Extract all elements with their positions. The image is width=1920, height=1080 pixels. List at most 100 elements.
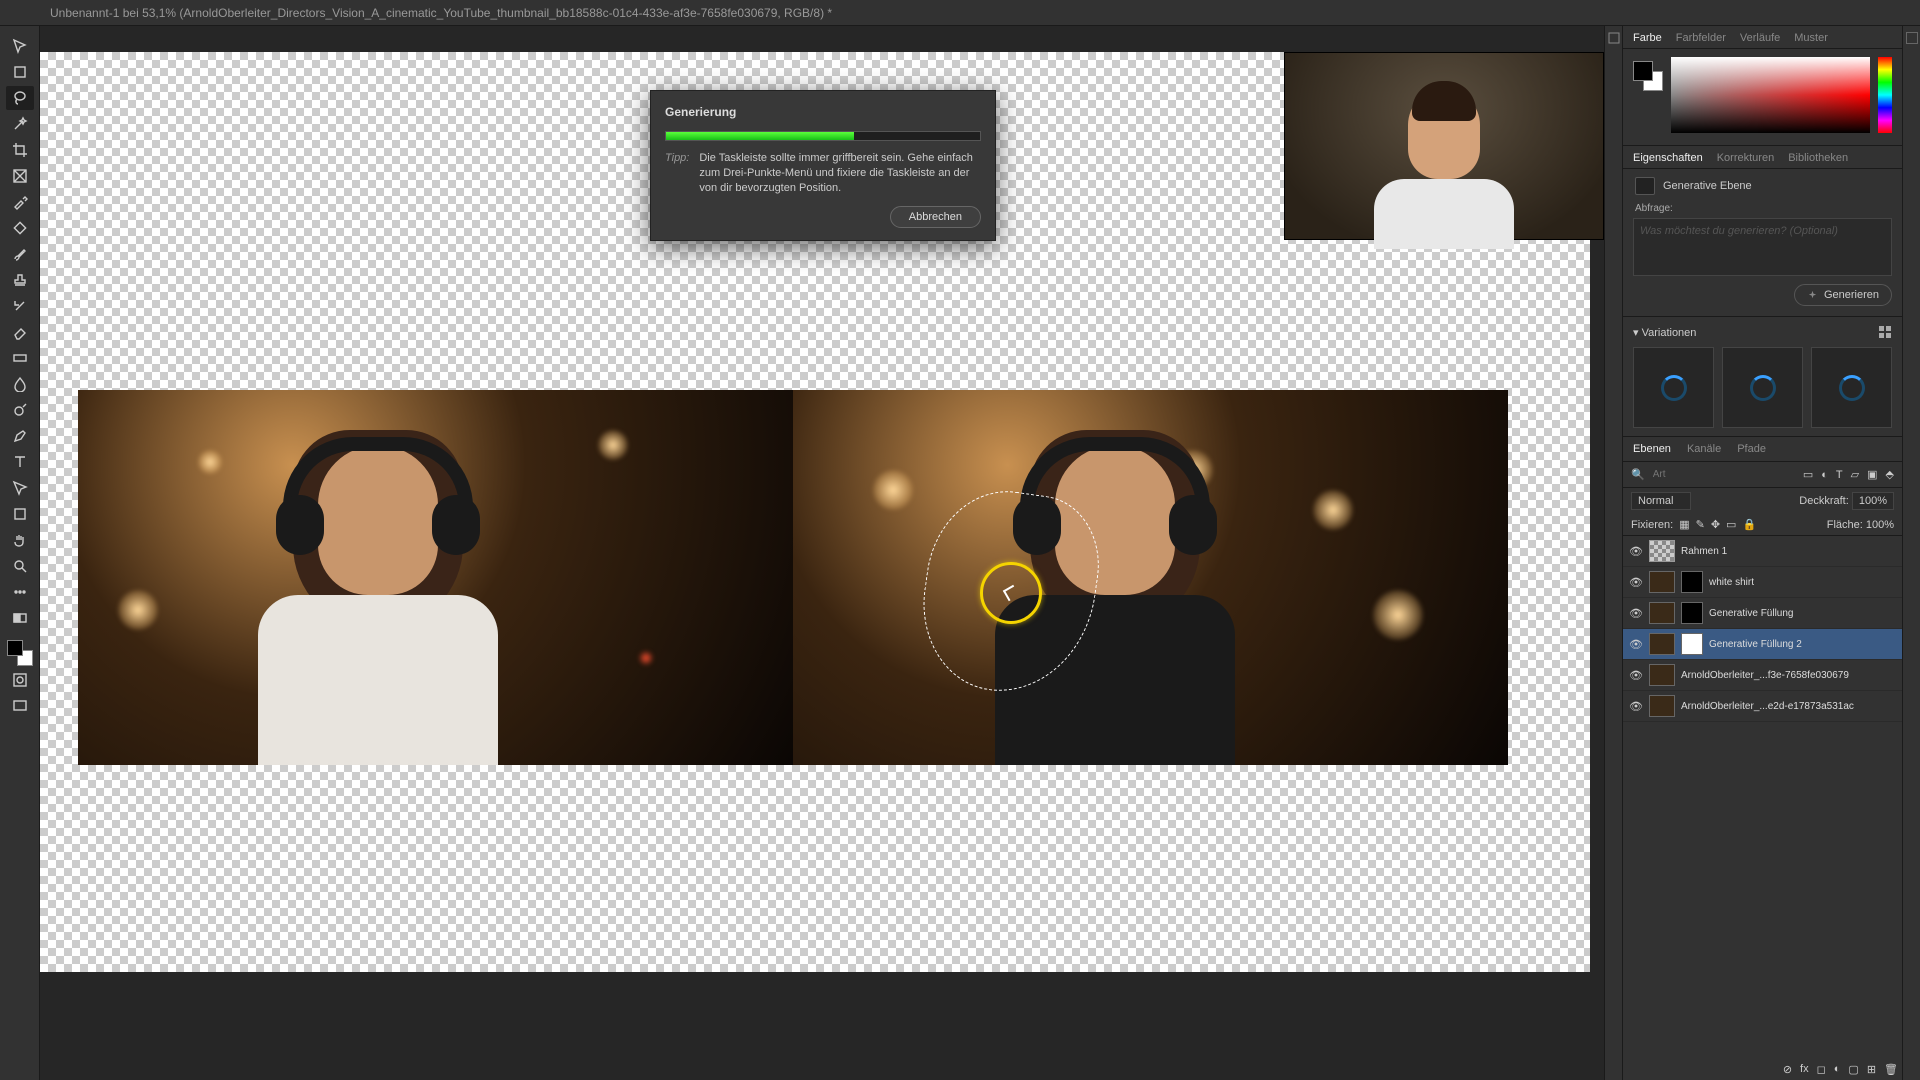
visibility-icon[interactable]: 👁 [1629, 545, 1643, 558]
foreground-background-colors[interactable] [7, 640, 33, 666]
tab-farbe[interactable]: Farbe [1633, 32, 1662, 44]
layer-thumb [1649, 540, 1675, 562]
layer-row[interactable]: 👁Generative Füllung 2 [1623, 629, 1902, 660]
layer-row[interactable]: 👁Rahmen 1 [1623, 536, 1902, 567]
strip-icon-1[interactable] [1906, 32, 1918, 44]
delete-layer-icon[interactable]: 🗑 [1884, 1063, 1898, 1076]
frame-tool[interactable] [6, 164, 34, 188]
artboard-tool[interactable] [6, 60, 34, 84]
heal-tool[interactable] [6, 216, 34, 240]
wand-tool[interactable] [6, 112, 34, 136]
layer-name: Generative Füllung [1709, 608, 1896, 619]
tip-label: Tipp: [665, 151, 689, 196]
pen-tool[interactable] [6, 424, 34, 448]
variation-2[interactable] [1722, 347, 1803, 428]
layer-thumb [1649, 602, 1675, 624]
opacity-input[interactable]: 100% [1852, 492, 1894, 510]
link-layers-icon[interactable]: ⊘ [1783, 1063, 1792, 1076]
shape-tool[interactable] [6, 502, 34, 526]
tab-bibliotheken[interactable]: Bibliotheken [1788, 152, 1848, 164]
search-icon[interactable]: 🔍 [1631, 468, 1645, 481]
tools-panel [0, 26, 40, 1080]
color-swatch-pair[interactable] [1633, 61, 1663, 91]
tab-korrekturen[interactable]: Korrekturen [1717, 152, 1774, 164]
history-brush-tool[interactable] [6, 294, 34, 318]
brush-tool[interactable] [6, 242, 34, 266]
fill-input[interactable]: 100% [1866, 519, 1894, 531]
webcam-overlay [1284, 52, 1604, 240]
path-tool[interactable] [6, 476, 34, 500]
lock-position-icon[interactable]: ✥ [1711, 518, 1720, 531]
stamp-tool[interactable] [6, 268, 34, 292]
lock-all-icon[interactable]: 🔒 [1742, 518, 1756, 531]
layer-fx-icon[interactable]: fx [1800, 1063, 1809, 1076]
layer-type-label: Generative Ebene [1663, 180, 1752, 192]
titlebar: Unbenannt-1 bei 53,1% (ArnoldOberleiter_… [0, 0, 1920, 26]
right-panels: Farbe Farbfelder Verläufe Muster Eigensc… [1622, 26, 1902, 1080]
layer-row[interactable]: 👁 Generative Füllung [1623, 598, 1902, 629]
gradient-tool[interactable] [6, 346, 34, 370]
group-icon[interactable]: ▢ [1848, 1063, 1858, 1076]
prompt-input[interactable]: Was möchtest du generieren? (Optional) [1633, 218, 1892, 276]
filter-pixel-icon[interactable]: ▭ [1803, 468, 1813, 481]
tab-muster[interactable]: Muster [1794, 32, 1828, 44]
color-spectrum[interactable] [1671, 57, 1870, 133]
screenmode-toggle[interactable] [6, 694, 34, 718]
layer-row[interactable]: 👁ArnoldOberleiter_...f3e-7658fe030679 [1623, 660, 1902, 691]
visibility-icon[interactable]: 👁 [1629, 669, 1643, 682]
type-tool[interactable] [6, 450, 34, 474]
dodge-tool[interactable] [6, 398, 34, 422]
eyedropper-tool[interactable] [6, 190, 34, 214]
lock-transparency-icon[interactable]: ▦ [1679, 518, 1689, 531]
visibility-icon[interactable]: 👁 [1629, 576, 1643, 589]
generate-button[interactable]: Generieren [1794, 284, 1892, 306]
layer-thumb [1649, 664, 1675, 686]
color-picker-panel [1623, 49, 1902, 146]
lasso-tool[interactable] [6, 86, 34, 110]
zoom-tool[interactable] [6, 554, 34, 578]
adjustment-layer-icon[interactable]: ◐ [1834, 1063, 1841, 1076]
eraser-tool[interactable] [6, 320, 34, 344]
grid-icon[interactable] [1878, 325, 1892, 339]
tab-verlaeufe[interactable]: Verläufe [1740, 32, 1780, 44]
layer-row[interactable]: 👁white shirt [1623, 567, 1902, 598]
more-tools[interactable] [6, 580, 34, 604]
layer-name: ArnoldOberleiter_...e2d-e17873a531ac [1681, 701, 1896, 712]
layer-thumb [1649, 633, 1675, 655]
move-tool[interactable] [6, 34, 34, 58]
lock-artboard-icon[interactable]: ▭ [1726, 518, 1736, 531]
visibility-icon[interactable]: 👁 [1629, 638, 1643, 651]
tab-farbfelder[interactable]: Farbfelder [1676, 32, 1726, 44]
crop-tool[interactable] [6, 138, 34, 162]
tab-pfade[interactable]: Pfade [1737, 443, 1766, 455]
variation-1[interactable] [1633, 347, 1714, 428]
filter-type-icon[interactable]: T [1836, 469, 1843, 481]
new-layer-icon[interactable]: ⊞ [1867, 1063, 1876, 1076]
prompt-label: Abfrage: [1623, 203, 1902, 214]
tab-ebenen[interactable]: Ebenen [1633, 443, 1671, 455]
visibility-icon[interactable]: 👁 [1629, 607, 1643, 620]
panel-dock-strip[interactable] [1604, 26, 1622, 1080]
filter-shape-icon[interactable]: ▱ [1851, 468, 1859, 481]
layer-mask-icon[interactable]: ◻ [1817, 1063, 1826, 1076]
hue-slider[interactable] [1878, 57, 1892, 133]
blend-mode-select[interactable]: Normal [1631, 492, 1691, 510]
cancel-button[interactable]: Abbrechen [890, 206, 981, 228]
visibility-icon[interactable]: 👁 [1629, 700, 1643, 713]
quickmask-toggle[interactable] [6, 668, 34, 692]
canvas-area[interactable]: Generierung Tipp: Die Taskleiste sollte … [40, 26, 1604, 1080]
blur-tool[interactable] [6, 372, 34, 396]
dock-icon [1608, 32, 1620, 44]
layer-row[interactable]: 👁 ArnoldOberleiter_...e2d-e17873a531ac [1623, 691, 1902, 722]
filter-toggle[interactable]: ⬘ [1886, 468, 1894, 481]
tab-kanaele[interactable]: Kanäle [1687, 443, 1721, 455]
filter-adjust-icon[interactable]: ◐ [1821, 469, 1828, 481]
variations-panel: ▾ Variationen [1623, 317, 1902, 437]
hand-tool[interactable] [6, 528, 34, 552]
variation-3[interactable] [1811, 347, 1892, 428]
tab-eigenschaften[interactable]: Eigenschaften [1633, 152, 1703, 164]
layer-search[interactable] [1653, 469, 1795, 480]
edit-mode-toggle[interactable] [6, 606, 34, 630]
filter-smart-icon[interactable]: ▣ [1867, 468, 1877, 481]
lock-pixels-icon[interactable]: ✎ [1696, 518, 1705, 531]
